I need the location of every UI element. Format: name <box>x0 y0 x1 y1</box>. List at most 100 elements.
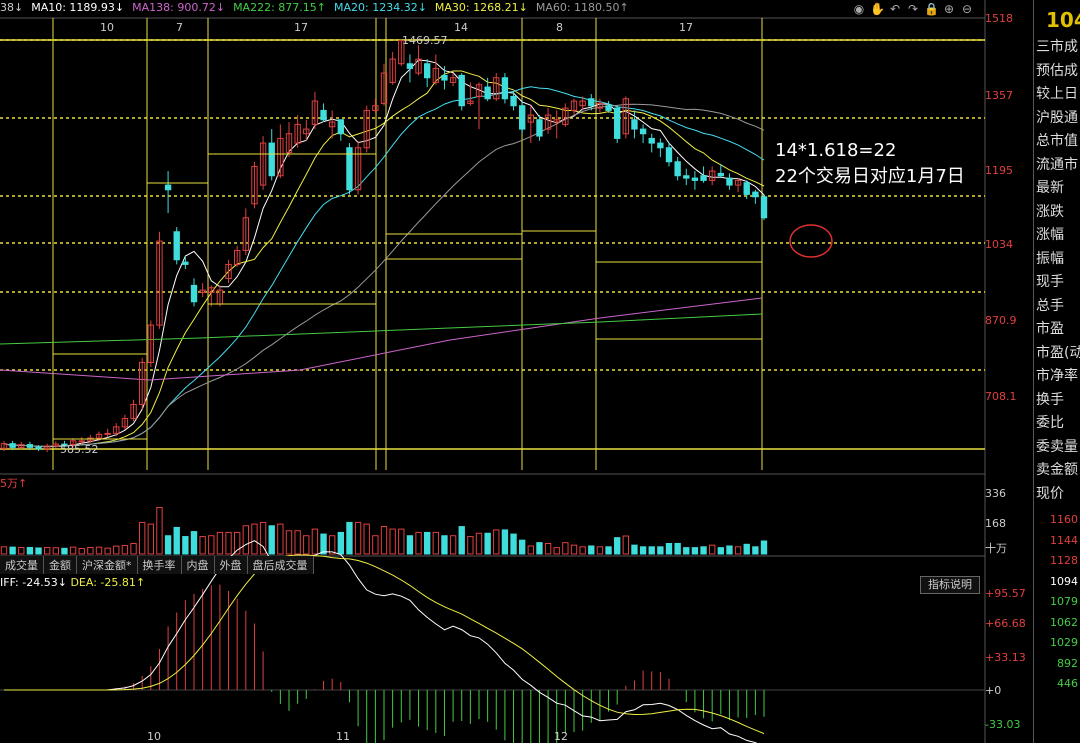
order-book-price: 1094 <box>1050 574 1078 588</box>
quote-field-label: 流通市 <box>1036 156 1078 173</box>
volume-bar <box>709 544 716 555</box>
zoom-out-icon[interactable]: ⊖ <box>960 2 974 16</box>
volume-bar <box>9 546 16 555</box>
quote-field-label: 市盈(动 <box>1036 344 1080 361</box>
candle-body <box>458 74 465 107</box>
quote-field-label: 卖金额 <box>1036 462 1078 478</box>
tab-after-hours-volume[interactable]: 盘后成交量 <box>247 556 314 574</box>
volume-bar <box>752 546 759 555</box>
undo-icon[interactable]: ↶ <box>888 2 902 16</box>
eye-icon[interactable]: ◉ <box>852 2 866 16</box>
date-tick: 17 <box>679 21 693 34</box>
volume-bar <box>303 535 310 555</box>
order-book-price: 1029 <box>1050 636 1078 649</box>
volume-bar <box>251 523 258 555</box>
macd-axis-label: -33.03 <box>985 718 1021 731</box>
volume-bar <box>700 546 707 555</box>
candle-body <box>173 231 180 261</box>
quote-field-label: 最新 <box>1036 180 1064 196</box>
volume-bar <box>639 546 647 555</box>
volume-bar <box>717 547 724 555</box>
volume-bar <box>337 531 344 555</box>
volume-bar <box>61 547 68 555</box>
candle-body <box>78 440 85 443</box>
volume-bar <box>121 544 129 555</box>
volume-bar <box>242 525 249 555</box>
zoom-in-icon[interactable]: ⊕ <box>942 2 956 16</box>
date-tick: 10 <box>100 21 114 34</box>
macd-diff: IFF: -24.53↓ <box>0 576 67 589</box>
order-book-price: 1062 <box>1050 615 1078 629</box>
volume-bar <box>268 525 275 555</box>
candle-body <box>484 86 491 100</box>
volume-unit: 5万↑ <box>0 477 28 490</box>
volume-bar <box>544 542 552 555</box>
macd-axis-label: +0 <box>985 684 1002 697</box>
order-book-price: 1079 <box>1050 595 1078 608</box>
redo-icon[interactable]: ↷ <box>906 2 920 16</box>
quote-field-label: 三市成 <box>1036 39 1078 55</box>
quote-field-label: 市净率 <box>1036 368 1078 384</box>
tab-outer[interactable]: 外盘 <box>214 556 248 574</box>
volume-bar <box>104 547 111 555</box>
volume-axis-label: 336 <box>985 487 1006 500</box>
volume-bar <box>760 540 768 555</box>
order-book-price: 446 <box>1057 677 1078 690</box>
macd-axis-label: +66.68 <box>985 617 1026 630</box>
date-tick: 17 <box>294 21 308 34</box>
volume-bar <box>665 542 673 555</box>
tab-market-amount[interactable]: 沪深金额* <box>77 556 138 574</box>
volume-bar <box>519 539 526 555</box>
volume-bar <box>329 535 336 555</box>
target-circle <box>789 224 833 258</box>
ma-legend-item: MA138: 900.72↓ <box>132 1 226 14</box>
volume-bar <box>216 531 224 555</box>
candle-body <box>700 175 707 181</box>
volume-bar <box>95 546 103 555</box>
candle-body <box>726 177 733 186</box>
fibonacci-annotation: 14*1.618=22 22个交易日对应1月7日 <box>775 138 965 190</box>
volume-axis-label: 168 <box>985 517 1006 530</box>
volume-bar <box>277 523 284 555</box>
date-tick: 14 <box>454 21 468 34</box>
indicator-help-button[interactable]: 指标说明 <box>920 576 980 594</box>
volume-bar <box>493 529 500 555</box>
volume-bar <box>588 545 595 555</box>
order-book-price: 1128 <box>1050 554 1078 567</box>
volume-bar <box>691 547 699 555</box>
volume-bar <box>605 546 612 555</box>
tab-amount[interactable]: 金额 <box>44 556 77 574</box>
volume-bar <box>164 535 172 555</box>
quote-field-label: 现价 <box>1036 485 1064 502</box>
quote-field-label: 涨幅 <box>1036 227 1064 243</box>
candle-body <box>406 63 414 69</box>
macd-axis-label: +33.13 <box>985 651 1026 664</box>
ma-legend: 38↓ MA10: 1189.93↓ MA138: 900.72↓ MA222: 87… <box>0 1 629 19</box>
macd-dea: DEA: -25.81↑ <box>70 576 146 589</box>
volume-bar <box>553 547 560 555</box>
date-tick: 10 <box>147 730 161 743</box>
ma-legend-item: MA10: 1189.93↓ <box>31 1 125 14</box>
tab-volume[interactable]: 成交量 <box>0 556 44 574</box>
volume-bar <box>78 547 85 555</box>
kline-chart[interactable] <box>0 0 1080 743</box>
volume-bar <box>225 531 232 555</box>
volume-bar <box>363 523 370 555</box>
order-book-prices: 1160 1144 1128 1094 1079 1062 1029 892 446 <box>1036 510 1078 695</box>
volume-bar <box>398 528 405 555</box>
tab-turnover[interactable]: 换手率 <box>137 556 182 574</box>
date-tick: 11 <box>336 730 350 743</box>
candle-body <box>190 284 198 303</box>
tab-inner[interactable]: 内盘 <box>181 556 215 574</box>
candle-body <box>9 443 16 448</box>
candle-body <box>519 105 526 130</box>
hand-icon[interactable]: ✋ <box>870 2 885 16</box>
candle-body <box>320 109 327 121</box>
lock-icon[interactable]: 🔒 <box>924 2 939 16</box>
volume-bar <box>294 530 301 555</box>
candle-body <box>182 261 189 265</box>
volume-bar <box>622 535 629 555</box>
ma-legend-item: MA30: 1268.21↓ <box>434 1 528 14</box>
volume-bar <box>458 526 465 555</box>
candle-body <box>631 119 638 130</box>
